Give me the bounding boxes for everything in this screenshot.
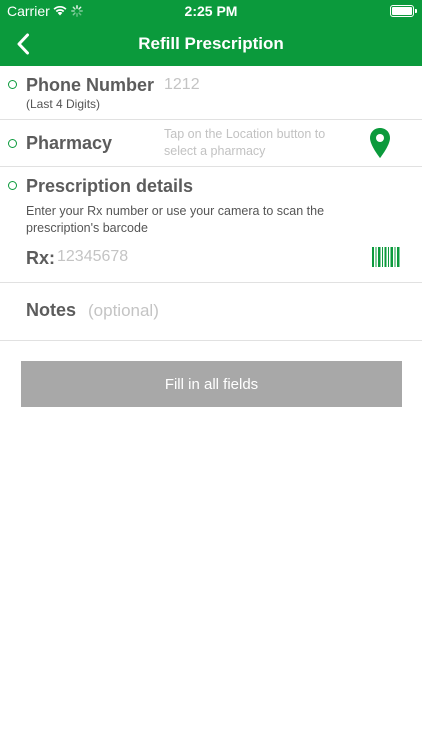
pharmacy-row[interactable]: Pharmacy Tap on the Location button to s…: [0, 120, 422, 166]
prescription-details-section: Prescription details Enter your Rx numbe…: [0, 167, 422, 282]
status-time: 2:25 PM: [184, 3, 238, 19]
pharmacy-hint: Tap on the Location button to select a p…: [164, 127, 326, 158]
location-pin-icon[interactable]: [369, 127, 391, 164]
divider: [0, 340, 422, 341]
notes-input[interactable]: (optional): [88, 301, 159, 321]
nav-header: Carrier 2:25 PM Refill Prescription: [0, 0, 422, 66]
status-dot-icon: [8, 181, 17, 190]
phone-number-label: Phone Number: [26, 75, 155, 95]
page-title: Refill Prescription: [138, 34, 284, 53]
status-dot-icon: [8, 80, 17, 89]
barcode-icon[interactable]: [372, 247, 400, 272]
status-bar: Carrier 2:25 PM: [0, 0, 422, 22]
battery-icon: [390, 5, 414, 17]
battery-tip: [415, 9, 417, 13]
rx-number-input[interactable]: 12345678: [57, 248, 128, 266]
pharmacy-label: Pharmacy: [26, 133, 113, 153]
phone-number-row[interactable]: Phone Number (Last 4 Digits) 1212: [0, 66, 422, 119]
prescription-details-label: Prescription details: [26, 176, 194, 196]
notes-label: Notes: [26, 300, 77, 320]
prescription-description: Enter your Rx number or use your camera …: [26, 204, 325, 235]
notes-row[interactable]: Notes (optional): [0, 283, 422, 340]
status-dot-icon: [8, 139, 17, 148]
rx-label: Rx:: [26, 248, 56, 268]
phone-number-sublabel: (Last 4 Digits): [26, 97, 101, 111]
submit-button[interactable]: Fill in all fields: [21, 361, 402, 407]
phone-number-input[interactable]: 1212: [164, 76, 200, 94]
